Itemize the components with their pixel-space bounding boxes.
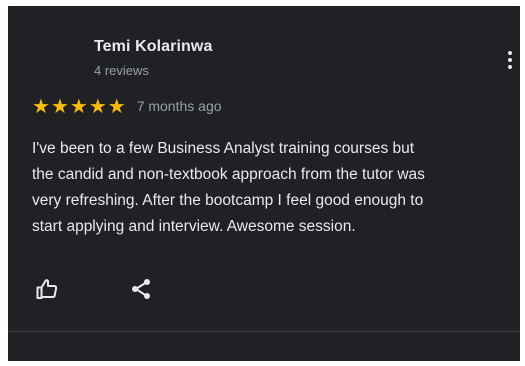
thumbs-up-icon — [36, 279, 58, 299]
review-text: I've been to a few Business Analyst trai… — [32, 136, 518, 240]
star-icon: ★ — [69, 94, 88, 118]
star-icon: ★ — [88, 94, 107, 118]
review-actions — [32, 274, 156, 304]
share-icon — [132, 279, 150, 299]
review-text-line: I've been to a few Business Analyst trai… — [32, 140, 415, 157]
star-icon: ★ — [32, 94, 50, 118]
more-vert-icon — [508, 50, 512, 71]
divider — [8, 331, 520, 332]
review-text-line: very refreshing. After the bootcamp I fe… — [32, 192, 424, 209]
more-options-button[interactable] — [504, 46, 516, 74]
review-text-line: start applying and interview. Awesome se… — [32, 218, 356, 235]
reviewer-name[interactable]: Temi Kolarinwa — [94, 38, 212, 56]
share-button[interactable] — [126, 274, 156, 304]
avatar — [34, 40, 78, 84]
rating-row: ★ ★ ★ ★ ★ 7 months ago — [32, 95, 222, 117]
star-icon: ★ — [107, 94, 126, 118]
review-time: 7 months ago — [136, 98, 222, 114]
reviewer-review-count: 4 reviews — [94, 63, 149, 78]
like-button[interactable] — [32, 274, 62, 304]
review-text-line: the candid and non-textbook approach fro… — [32, 166, 425, 183]
star-icon: ★ — [50, 94, 69, 118]
review-card: Temi Kolarinwa 4 reviews ★ ★ ★ ★ ★ 7 mon… — [8, 6, 520, 361]
star-rating: ★ ★ ★ ★ ★ — [32, 96, 127, 116]
